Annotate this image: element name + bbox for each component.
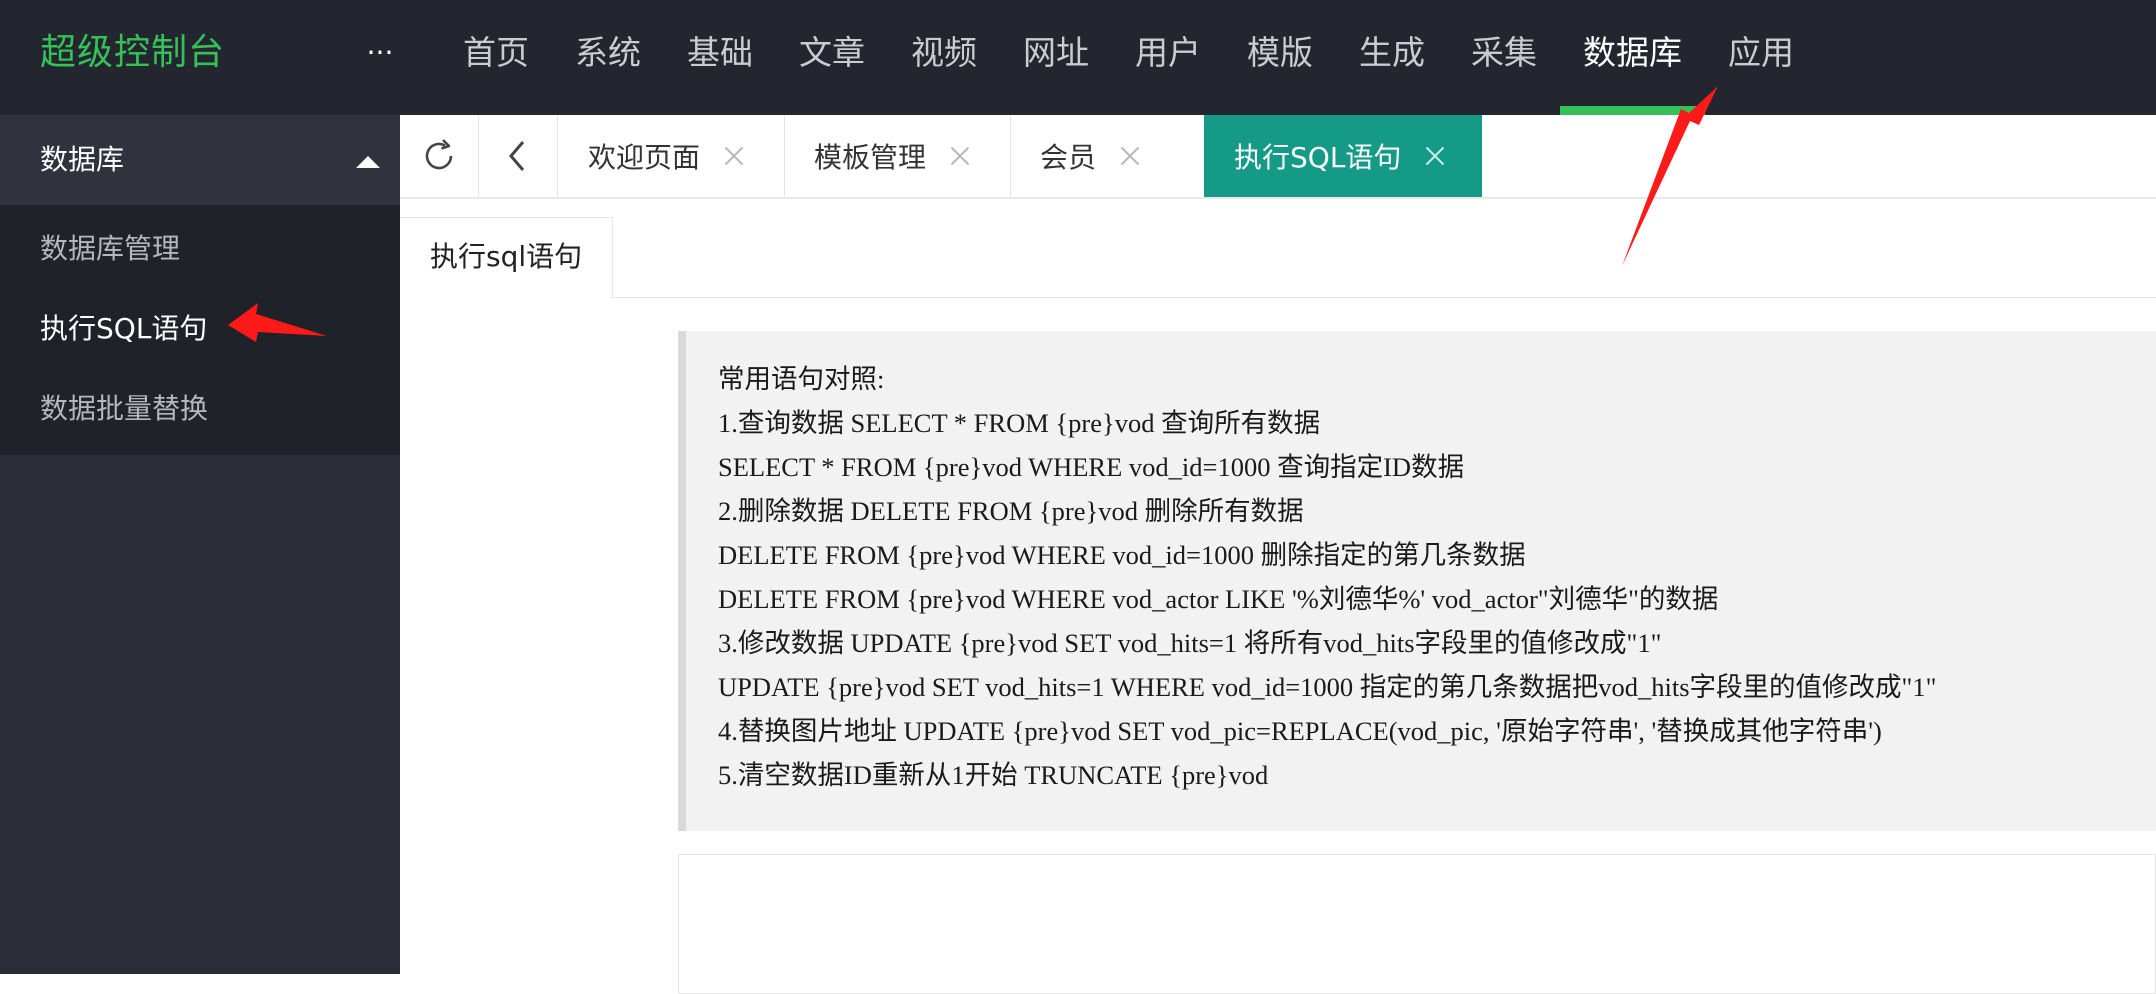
close-icon[interactable] <box>722 144 746 168</box>
sidebar-submenu: 数据库管理 执行SQL语句 数据批量替换 <box>0 205 400 455</box>
tab-template-manage[interactable]: 模板管理 <box>784 115 1011 197</box>
app-logo[interactable]: 超级控制台 <box>40 0 225 106</box>
sidebar-item-execute-sql[interactable]: 执行SQL语句 <box>0 289 400 369</box>
top-nav-item-user[interactable]: 用户 <box>1112 0 1224 106</box>
top-nav-item-collect[interactable]: 采集 <box>1448 0 1560 106</box>
tab-label: 执行SQL语句 <box>1234 141 1402 174</box>
tab-bar: 欢迎页面 模板管理 会员 执行SQL语句 <box>400 115 2156 199</box>
top-nav-item-template[interactable]: 模版 <box>1224 0 1336 106</box>
top-nav-item-article[interactable]: 文章 <box>776 0 888 106</box>
close-icon[interactable] <box>1118 144 1142 168</box>
subtab-execute-sql[interactable]: 执行sql语句 <box>400 217 614 299</box>
content-subtabs: 执行sql语句 <box>400 217 2156 299</box>
refresh-icon <box>425 139 453 170</box>
back-button[interactable] <box>479 115 558 197</box>
top-nav-item-generate[interactable]: 生成 <box>1336 0 1448 106</box>
sidebar-group-title: 数据库 <box>40 143 125 176</box>
top-nav-item-website[interactable]: 网址 <box>1000 0 1112 106</box>
top-nav-item-video[interactable]: 视频 <box>888 0 1000 106</box>
top-nav: 首页 系统 基础 文章 视频 网址 用户 模版 生成 采集 数据库 应用 <box>440 0 1817 115</box>
tab-welcome[interactable]: 欢迎页面 <box>558 115 785 197</box>
sidebar-group-database[interactable]: 数据库 <box>0 115 400 205</box>
reference-title: 常用语句对照: <box>718 364 885 394</box>
reference-line: 3.修改数据 UPDATE {pre}vod SET vod_hits=1 将所… <box>718 628 1662 658</box>
tab-label: 会员 <box>1040 141 1097 174</box>
sql-reference-panel: 常用语句对照: 1.查询数据 SELECT * FROM {pre}vod 查询… <box>678 331 2156 831</box>
tab-member[interactable]: 会员 <box>1010 115 1205 197</box>
main-content: 执行sql语句 常用语句对照: 1.查询数据 SELECT * FROM {pr… <box>400 199 2156 994</box>
close-icon[interactable] <box>948 144 972 168</box>
top-nav-item-system[interactable]: 系统 <box>552 0 664 106</box>
reference-line: 1.查询数据 SELECT * FROM {pre}vod 查询所有数据 <box>718 408 1321 438</box>
more-menu-button[interactable]: ··· <box>364 30 396 76</box>
top-bar: 超级控制台 ··· 首页 系统 基础 文章 视频 网址 用户 模版 生成 采集 … <box>0 0 2156 115</box>
refresh-button[interactable] <box>400 115 479 197</box>
top-nav-item-database[interactable]: 数据库 <box>1560 0 1705 115</box>
tab-label: 模板管理 <box>814 141 927 174</box>
reference-line: DELETE FROM {pre}vod WHERE vod_id=1000 删… <box>718 540 1526 570</box>
sql-input-textarea[interactable] <box>678 854 2156 994</box>
reference-line: DELETE FROM {pre}vod WHERE vod_actor LIK… <box>718 584 1719 614</box>
sidebar: 数据库 数据库管理 执行SQL语句 数据批量替换 <box>0 115 400 974</box>
reference-line: 4.替换图片地址 UPDATE {pre}vod SET vod_pic=REP… <box>718 716 1882 746</box>
reference-line: 5.清空数据ID重新从1开始 TRUNCATE {pre}vod <box>718 760 1269 790</box>
chevron-left-icon <box>509 141 525 171</box>
reference-line: UPDATE {pre}vod SET vod_hits=1 WHERE vod… <box>718 672 1937 702</box>
top-nav-item-apps[interactable]: 应用 <box>1705 0 1817 106</box>
top-nav-item-home[interactable]: 首页 <box>440 0 552 106</box>
top-nav-item-basic[interactable]: 基础 <box>664 0 776 106</box>
caret-up-icon <box>356 156 380 168</box>
reference-line: SELECT * FROM {pre}vod WHERE vod_id=1000… <box>718 452 1465 482</box>
tab-label: 欢迎页面 <box>588 141 701 174</box>
sidebar-item-batch-replace[interactable]: 数据批量替换 <box>0 369 400 449</box>
reference-line: 2.删除数据 DELETE FROM {pre}vod 删除所有数据 <box>718 496 1304 526</box>
sidebar-item-database-manage[interactable]: 数据库管理 <box>0 209 400 289</box>
close-icon[interactable] <box>1423 144 1447 168</box>
tab-execute-sql[interactable]: 执行SQL语句 <box>1204 115 1482 197</box>
